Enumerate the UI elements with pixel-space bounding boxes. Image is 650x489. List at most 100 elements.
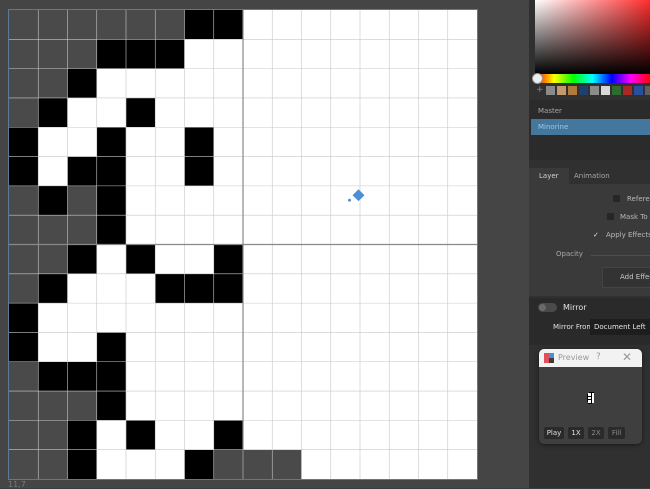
- fill-button[interactable]: Fill: [608, 427, 625, 439]
- palette-item-minorine[interactable]: Minorine: [531, 119, 650, 135]
- pixel-cell[interactable]: [155, 332, 185, 363]
- pixel-cell[interactable]: [38, 361, 68, 392]
- pixel-cell[interactable]: [389, 332, 419, 363]
- pixel-cell[interactable]: [243, 97, 273, 128]
- pixel-cell[interactable]: [243, 127, 273, 157]
- pixel-cell[interactable]: [301, 68, 332, 99]
- pixel-cell[interactable]: [389, 215, 419, 245]
- pixel-cell[interactable]: [126, 361, 156, 392]
- hue-slider-handle[interactable]: [532, 73, 543, 84]
- pixel-cell[interactable]: [447, 10, 477, 40]
- pixel-cell[interactable]: [301, 185, 332, 216]
- pixel-cell[interactable]: [330, 39, 361, 69]
- pixel-cell[interactable]: [418, 215, 449, 245]
- pixel-cell[interactable]: [9, 39, 39, 69]
- pixel-cell[interactable]: [418, 156, 449, 187]
- palette-item-master[interactable]: Master: [531, 103, 650, 119]
- pixel-cell[interactable]: [126, 215, 156, 245]
- pixel-cell[interactable]: [126, 185, 156, 216]
- pixel-cell[interactable]: [418, 332, 449, 363]
- pixel-cell[interactable]: [96, 156, 127, 187]
- color-swatch[interactable]: [590, 86, 599, 95]
- pixel-cell[interactable]: [155, 10, 185, 40]
- pixel-cell[interactable]: [213, 391, 244, 421]
- pixel-cell[interactable]: [330, 361, 361, 392]
- pixel-cell[interactable]: [447, 127, 477, 157]
- pixel-cell[interactable]: [243, 39, 273, 69]
- pixel-cell[interactable]: [9, 215, 39, 245]
- mirror-toggle[interactable]: [538, 303, 557, 312]
- pixel-cell[interactable]: [330, 185, 361, 216]
- pixel-cell[interactable]: [9, 68, 39, 99]
- pixel-cell[interactable]: [272, 97, 302, 128]
- color-swatch[interactable]: [579, 86, 588, 95]
- pixel-cell[interactable]: [418, 97, 449, 128]
- pixel-cell[interactable]: [360, 332, 390, 363]
- pixel-cell[interactable]: [184, 332, 215, 363]
- pixel-cell[interactable]: [418, 391, 449, 421]
- pixel-cell[interactable]: [330, 127, 361, 157]
- pixel-cell[interactable]: [38, 244, 68, 275]
- pixel-cell[interactable]: [155, 68, 185, 99]
- pixel-cell[interactable]: [243, 303, 273, 333]
- pixel-cell[interactable]: [184, 156, 215, 187]
- pixel-cell[interactable]: [330, 244, 361, 275]
- pixel-cell[interactable]: [126, 97, 156, 128]
- pixel-cell[interactable]: [67, 449, 98, 479]
- pixel-cell[interactable]: [96, 391, 127, 421]
- pixel-cell[interactable]: [155, 449, 185, 479]
- pixel-cell[interactable]: [126, 156, 156, 187]
- pixel-cell[interactable]: [301, 244, 332, 275]
- pixel-cell[interactable]: [126, 68, 156, 99]
- color-swatch[interactable]: [623, 86, 632, 95]
- color-swatch[interactable]: [612, 86, 621, 95]
- pixel-cell[interactable]: [243, 449, 273, 479]
- pixel-cell[interactable]: [272, 39, 302, 69]
- pixel-cell[interactable]: [213, 156, 244, 187]
- pixel-cell[interactable]: [418, 361, 449, 392]
- pixel-cell[interactable]: [243, 156, 273, 187]
- pixel-canvas[interactable]: [8, 9, 478, 480]
- pixel-cell[interactable]: [301, 10, 332, 40]
- pixel-cell[interactable]: [9, 185, 39, 216]
- pixel-cell[interactable]: [301, 127, 332, 157]
- mask-checkbox[interactable]: [607, 213, 614, 220]
- speed-1x-button[interactable]: 1X: [568, 427, 584, 439]
- pixel-cell[interactable]: [67, 391, 98, 421]
- pixel-cell[interactable]: [418, 273, 449, 304]
- mirror-from-select[interactable]: Document Left: [590, 319, 650, 335]
- pixel-cell[interactable]: [9, 361, 39, 392]
- pixel-cell[interactable]: [67, 273, 98, 304]
- pixel-cell[interactable]: [243, 361, 273, 392]
- pixel-cell[interactable]: [360, 185, 390, 216]
- pixel-cell[interactable]: [126, 244, 156, 275]
- pixel-cell[interactable]: [184, 244, 215, 275]
- pixel-cell[interactable]: [38, 420, 68, 450]
- pixel-cell[interactable]: [67, 156, 98, 187]
- pixel-cell[interactable]: [301, 391, 332, 421]
- pixel-cell[interactable]: [447, 361, 477, 392]
- pixel-cell[interactable]: [9, 156, 39, 187]
- pixel-cell[interactable]: [184, 185, 215, 216]
- pixel-cell[interactable]: [38, 68, 68, 99]
- pixel-cell[interactable]: [67, 244, 98, 275]
- pixel-cell[interactable]: [447, 68, 477, 99]
- pixel-cell[interactable]: [447, 391, 477, 421]
- pixel-cell[interactable]: [243, 10, 273, 40]
- pixel-cell[interactable]: [272, 10, 302, 40]
- pixel-cell[interactable]: [96, 449, 127, 479]
- pixel-cell[interactable]: [184, 273, 215, 304]
- pixel-cell[interactable]: [96, 303, 127, 333]
- pixel-cell[interactable]: [389, 361, 419, 392]
- pixel-cell[interactable]: [213, 244, 244, 275]
- pixel-cell[interactable]: [67, 332, 98, 363]
- pixel-cell[interactable]: [38, 10, 68, 40]
- pixel-cell[interactable]: [360, 391, 390, 421]
- pixel-cell[interactable]: [330, 273, 361, 304]
- pixel-cell[interactable]: [301, 303, 332, 333]
- pixel-cell[interactable]: [184, 391, 215, 421]
- pixel-cell[interactable]: [96, 97, 127, 128]
- pixel-cell[interactable]: [155, 156, 185, 187]
- preview-titlebar[interactable]: Preview ? ✕: [539, 349, 642, 367]
- pixel-cell[interactable]: [213, 185, 244, 216]
